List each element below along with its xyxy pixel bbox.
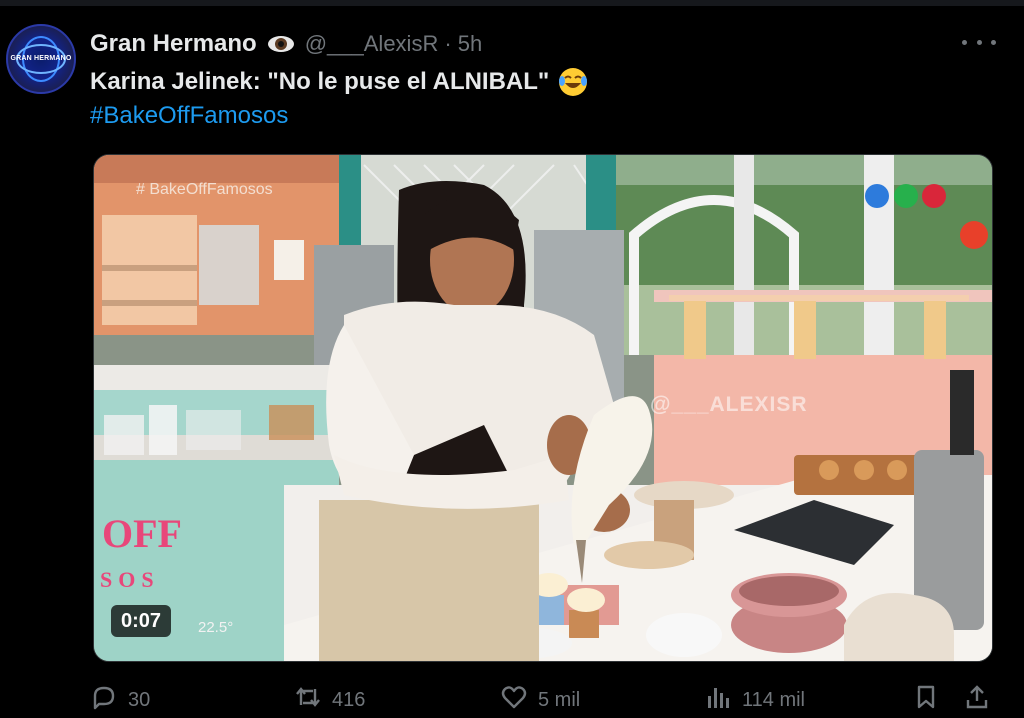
retweet-count: 416 <box>332 688 366 711</box>
show-logo-text: OFF <box>102 511 182 556</box>
tweet-header: Gran Hermano @___AlexisR · 5h <box>90 30 482 58</box>
tweet-time[interactable]: · 5h <box>444 31 482 57</box>
show-hashtag-overlay: # BakeOffFamosos <box>136 181 273 198</box>
author-avatar[interactable]: GRAN HERMANO <box>6 24 76 94</box>
video-watermark: @___ALEXISR <box>650 393 808 416</box>
tweet-text-line: Karina Jelinek: "No le puse el ALNIBAL" <box>90 66 589 98</box>
eye-icon <box>267 35 295 53</box>
author-handle[interactable]: @___AlexisR <box>305 31 439 57</box>
retweet-icon <box>294 683 322 717</box>
bookmark-button[interactable] <box>912 684 940 716</box>
video-frame-illustration <box>94 155 992 661</box>
hashtag-link[interactable]: #BakeOffFamosos <box>90 102 288 130</box>
share-button[interactable] <box>963 684 991 716</box>
top-border <box>0 0 1024 6</box>
reply-button[interactable]: 30 <box>90 684 150 716</box>
bookmark-icon <box>912 683 940 717</box>
reply-count: 30 <box>128 688 151 711</box>
share-icon <box>963 683 991 717</box>
avatar-logo-text: GRAN HERMANO <box>10 55 72 62</box>
laughing-with-tears-emoji <box>557 66 589 98</box>
retweet-button[interactable]: 416 <box>294 684 365 716</box>
author-name[interactable]: Gran Hermano <box>90 30 257 58</box>
like-count: 5 mil <box>538 688 581 711</box>
video-player[interactable]: # BakeOffFamosos @___ALEXISR OFF SOS 0:0… <box>93 154 993 662</box>
tweet-actions: 30 416 5 mil 114 mil <box>90 684 1000 716</box>
show-logo-subtext: SOS <box>100 567 160 592</box>
more-options-icon[interactable] <box>962 30 996 54</box>
heart-icon <box>500 683 528 717</box>
reply-icon <box>90 683 118 717</box>
video-timer: 0:07 <box>111 605 172 637</box>
tweet-text: Karina Jelinek: "No le puse el ALNIBAL" <box>90 68 550 95</box>
temperature-label: 22.5° <box>198 619 234 636</box>
views-button[interactable]: 114 mil <box>704 684 805 716</box>
views-count: 114 mil <box>742 688 805 711</box>
views-chart-icon <box>704 683 732 717</box>
like-button[interactable]: 5 mil <box>500 684 580 716</box>
